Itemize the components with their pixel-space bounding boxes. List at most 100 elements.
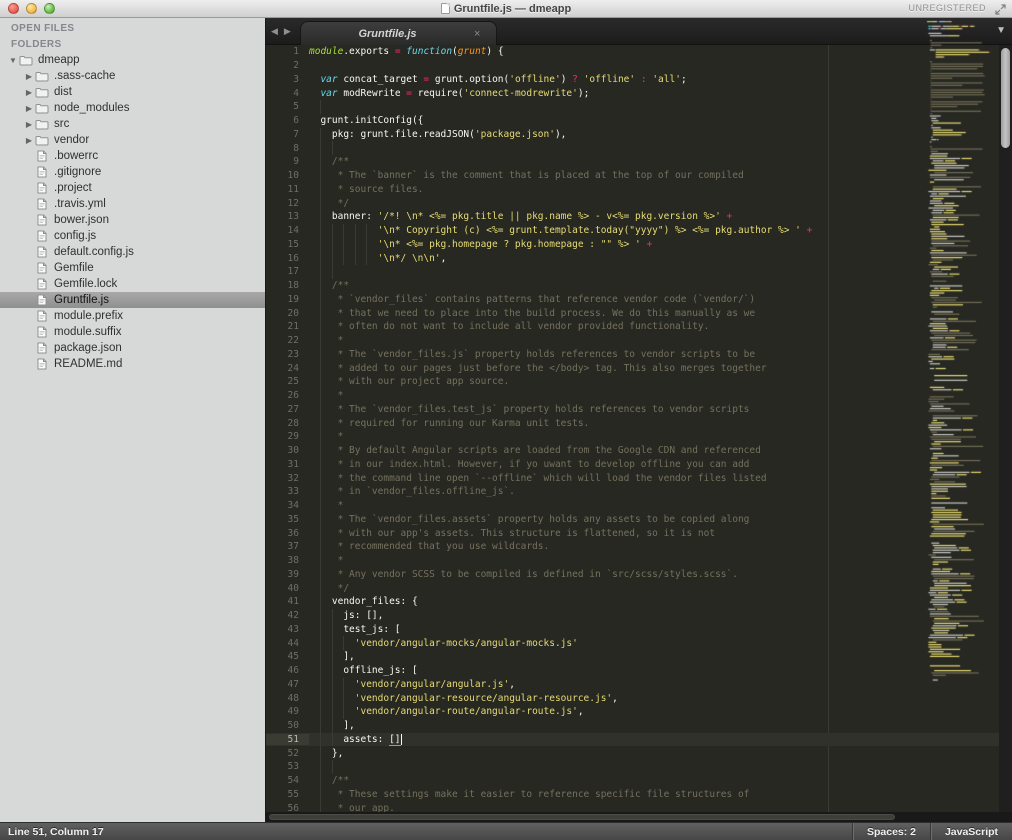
code-line[interactable]: 32 * the command line open `--offline` w… — [266, 471, 1012, 485]
code-line[interactable]: 48 'vendor/angular-resource/angular-reso… — [266, 691, 1012, 705]
tab-gruntfile[interactable]: Gruntfile.js × — [300, 21, 497, 45]
tree-item-module-suffix[interactable]: module.suffix — [0, 324, 265, 340]
code-line[interactable]: 52 }, — [266, 746, 1012, 760]
code-line[interactable]: 26 * — [266, 389, 1012, 403]
code-line[interactable]: 35 * The `vendor_files.assets` property … — [266, 513, 1012, 527]
code-line[interactable]: 56 * our app. — [266, 801, 1012, 812]
tree-item-dmeapp[interactable]: ▼dmeapp — [0, 52, 265, 68]
code-line[interactable]: 1module.exports = function(grunt) { — [266, 45, 1012, 59]
code-line[interactable]: 14 '\n* Copyright (c) <%= grunt.template… — [266, 224, 1012, 238]
tree-item--sass-cache[interactable]: ▶.sass-cache — [0, 68, 265, 84]
code-line[interactable]: 6 grunt.initConfig({ — [266, 114, 1012, 128]
code-line[interactable]: 54 /** — [266, 774, 1012, 788]
code-line[interactable]: 38 * — [266, 554, 1012, 568]
code-line[interactable]: 46 offline_js: [ — [266, 664, 1012, 678]
code-line[interactable]: 19 * `vendor_files` contains patterns th… — [266, 293, 1012, 307]
tree-item--gitignore[interactable]: .gitignore — [0, 164, 265, 180]
code-line[interactable]: 24 * added to our pages just before the … — [266, 361, 1012, 375]
code-line[interactable]: 45 ], — [266, 650, 1012, 664]
code-line[interactable]: 15 '\n* <%= pkg.homepage ? pkg.homepage … — [266, 238, 1012, 252]
code-line[interactable]: 50 ], — [266, 719, 1012, 733]
tab-next-button[interactable]: ▶ — [284, 26, 291, 37]
code-line[interactable]: 7 pkg: grunt.file.readJSON('package.json… — [266, 128, 1012, 142]
close-button[interactable] — [8, 3, 19, 14]
tab-overflow-icon[interactable]: ▼ — [996, 25, 1006, 36]
tree-item-gruntfile-js[interactable]: Gruntfile.js — [0, 292, 265, 308]
code-line[interactable]: 20 * that we need to place into the buil… — [266, 306, 1012, 320]
horizontal-scrollbar[interactable] — [266, 812, 1012, 822]
code-line[interactable]: 47 'vendor/angular/angular.js', — [266, 678, 1012, 692]
code-line[interactable]: 27 * The `vendor_files.test_js` property… — [266, 403, 1012, 417]
vertical-scrollbar-thumb[interactable] — [1001, 48, 1010, 148]
disclosure-triangle-icon[interactable]: ▶ — [24, 120, 34, 129]
tree-item-src[interactable]: ▶src — [0, 116, 265, 132]
code-line[interactable]: 51 assets: [] — [266, 733, 1012, 747]
tree-item-default-config-js[interactable]: default.config.js — [0, 244, 265, 260]
status-indent[interactable]: Spaces: 2 — [852, 823, 930, 840]
code-line[interactable]: 41 vendor_files: { — [266, 595, 1012, 609]
code-line[interactable]: 44 'vendor/angular-mocks/angular-mocks.j… — [266, 636, 1012, 650]
code-line[interactable]: 17 — [266, 265, 1012, 279]
tab-close-icon[interactable]: × — [474, 28, 496, 40]
code-line[interactable]: 16 '\n*/ \n\n', — [266, 251, 1012, 265]
disclosure-triangle-icon[interactable]: ▶ — [24, 72, 34, 81]
code-line[interactable]: 36 * with our app's assets. This structu… — [266, 526, 1012, 540]
code-line[interactable]: 31 * in our index.html. However, if yo u… — [266, 458, 1012, 472]
code-line[interactable]: 4 var modRewrite = require('connect-modr… — [266, 86, 1012, 100]
code-line[interactable]: 39 * Any vendor SCSS to be compiled is d… — [266, 568, 1012, 582]
tree-item-gemfile-lock[interactable]: Gemfile.lock — [0, 276, 265, 292]
code-line[interactable]: 53 — [266, 760, 1012, 774]
code-line[interactable]: 33 * in `vendor_files.offline_js`. — [266, 485, 1012, 499]
fullscreen-icon[interactable] — [995, 4, 1006, 15]
code-line[interactable]: 22 * — [266, 334, 1012, 348]
code-line[interactable]: 28 * required for running our Karma unit… — [266, 416, 1012, 430]
tree-item-bower-json[interactable]: bower.json — [0, 212, 265, 228]
folders-header[interactable]: FOLDERS — [0, 34, 265, 50]
tree-item-gemfile[interactable]: Gemfile — [0, 260, 265, 276]
tab-prev-button[interactable]: ◀ — [271, 26, 278, 37]
code-line[interactable]: 37 * recommended that you use wildcards. — [266, 540, 1012, 554]
disclosure-triangle-icon[interactable]: ▶ — [24, 104, 34, 113]
tree-item--project[interactable]: .project — [0, 180, 265, 196]
vertical-scrollbar[interactable] — [999, 45, 1012, 812]
tree-item-dist[interactable]: ▶dist — [0, 84, 265, 100]
code-line[interactable]: 49 'vendor/angular-route/angular-route.j… — [266, 705, 1012, 719]
code-line[interactable]: 5 — [266, 100, 1012, 114]
code-line[interactable]: 34 * — [266, 499, 1012, 513]
code-line[interactable]: 12 */ — [266, 196, 1012, 210]
zoom-button[interactable] — [44, 3, 55, 14]
disclosure-triangle-icon[interactable]: ▼ — [8, 56, 18, 65]
tree-item-vendor[interactable]: ▶vendor — [0, 132, 265, 148]
tree-item-module-prefix[interactable]: module.prefix — [0, 308, 265, 324]
disclosure-triangle-icon[interactable]: ▶ — [24, 88, 34, 97]
status-position[interactable]: Line 51, Column 17 — [0, 826, 852, 838]
minimap[interactable] — [925, 20, 997, 760]
code-line[interactable]: 11 * source files. — [266, 183, 1012, 197]
tree-item-config-js[interactable]: config.js — [0, 228, 265, 244]
tree-item--bowerrc[interactable]: .bowerrc — [0, 148, 265, 164]
tree-item-node-modules[interactable]: ▶node_modules — [0, 100, 265, 116]
horizontal-scrollbar-thumb[interactable] — [269, 814, 895, 820]
code-line[interactable]: 30 * By default Angular scripts are load… — [266, 444, 1012, 458]
tree-item-package-json[interactable]: package.json — [0, 340, 265, 356]
code-line[interactable]: 29 * — [266, 430, 1012, 444]
code-line[interactable]: 8 — [266, 141, 1012, 155]
disclosure-triangle-icon[interactable]: ▶ — [24, 136, 34, 145]
code-line[interactable]: 10 * The `banner` is the comment that is… — [266, 169, 1012, 183]
code-area[interactable]: 1module.exports = function(grunt) {23 va… — [266, 45, 1012, 812]
minimize-button[interactable] — [26, 3, 37, 14]
code-line[interactable]: 21 * often do not want to include all ve… — [266, 320, 1012, 334]
status-syntax[interactable]: JavaScript — [930, 823, 1012, 840]
code-line[interactable]: 25 * with our project app source. — [266, 375, 1012, 389]
code-line[interactable]: 18 /** — [266, 279, 1012, 293]
tree-item-readme-md[interactable]: README.md — [0, 356, 265, 372]
code-line[interactable]: 2 — [266, 59, 1012, 73]
code-line[interactable]: 13 banner: '/*! \n* <%= pkg.title || pkg… — [266, 210, 1012, 224]
code-line[interactable]: 23 * The `vendor_files.js` property hold… — [266, 348, 1012, 362]
tree-item--travis-yml[interactable]: .travis.yml — [0, 196, 265, 212]
code-line[interactable]: 40 */ — [266, 581, 1012, 595]
code-line[interactable]: 9 /** — [266, 155, 1012, 169]
code-line[interactable]: 42 js: [], — [266, 609, 1012, 623]
open-files-header[interactable]: OPEN FILES — [0, 18, 265, 34]
code-line[interactable]: 3 var concat_target = grunt.option('offl… — [266, 73, 1012, 87]
